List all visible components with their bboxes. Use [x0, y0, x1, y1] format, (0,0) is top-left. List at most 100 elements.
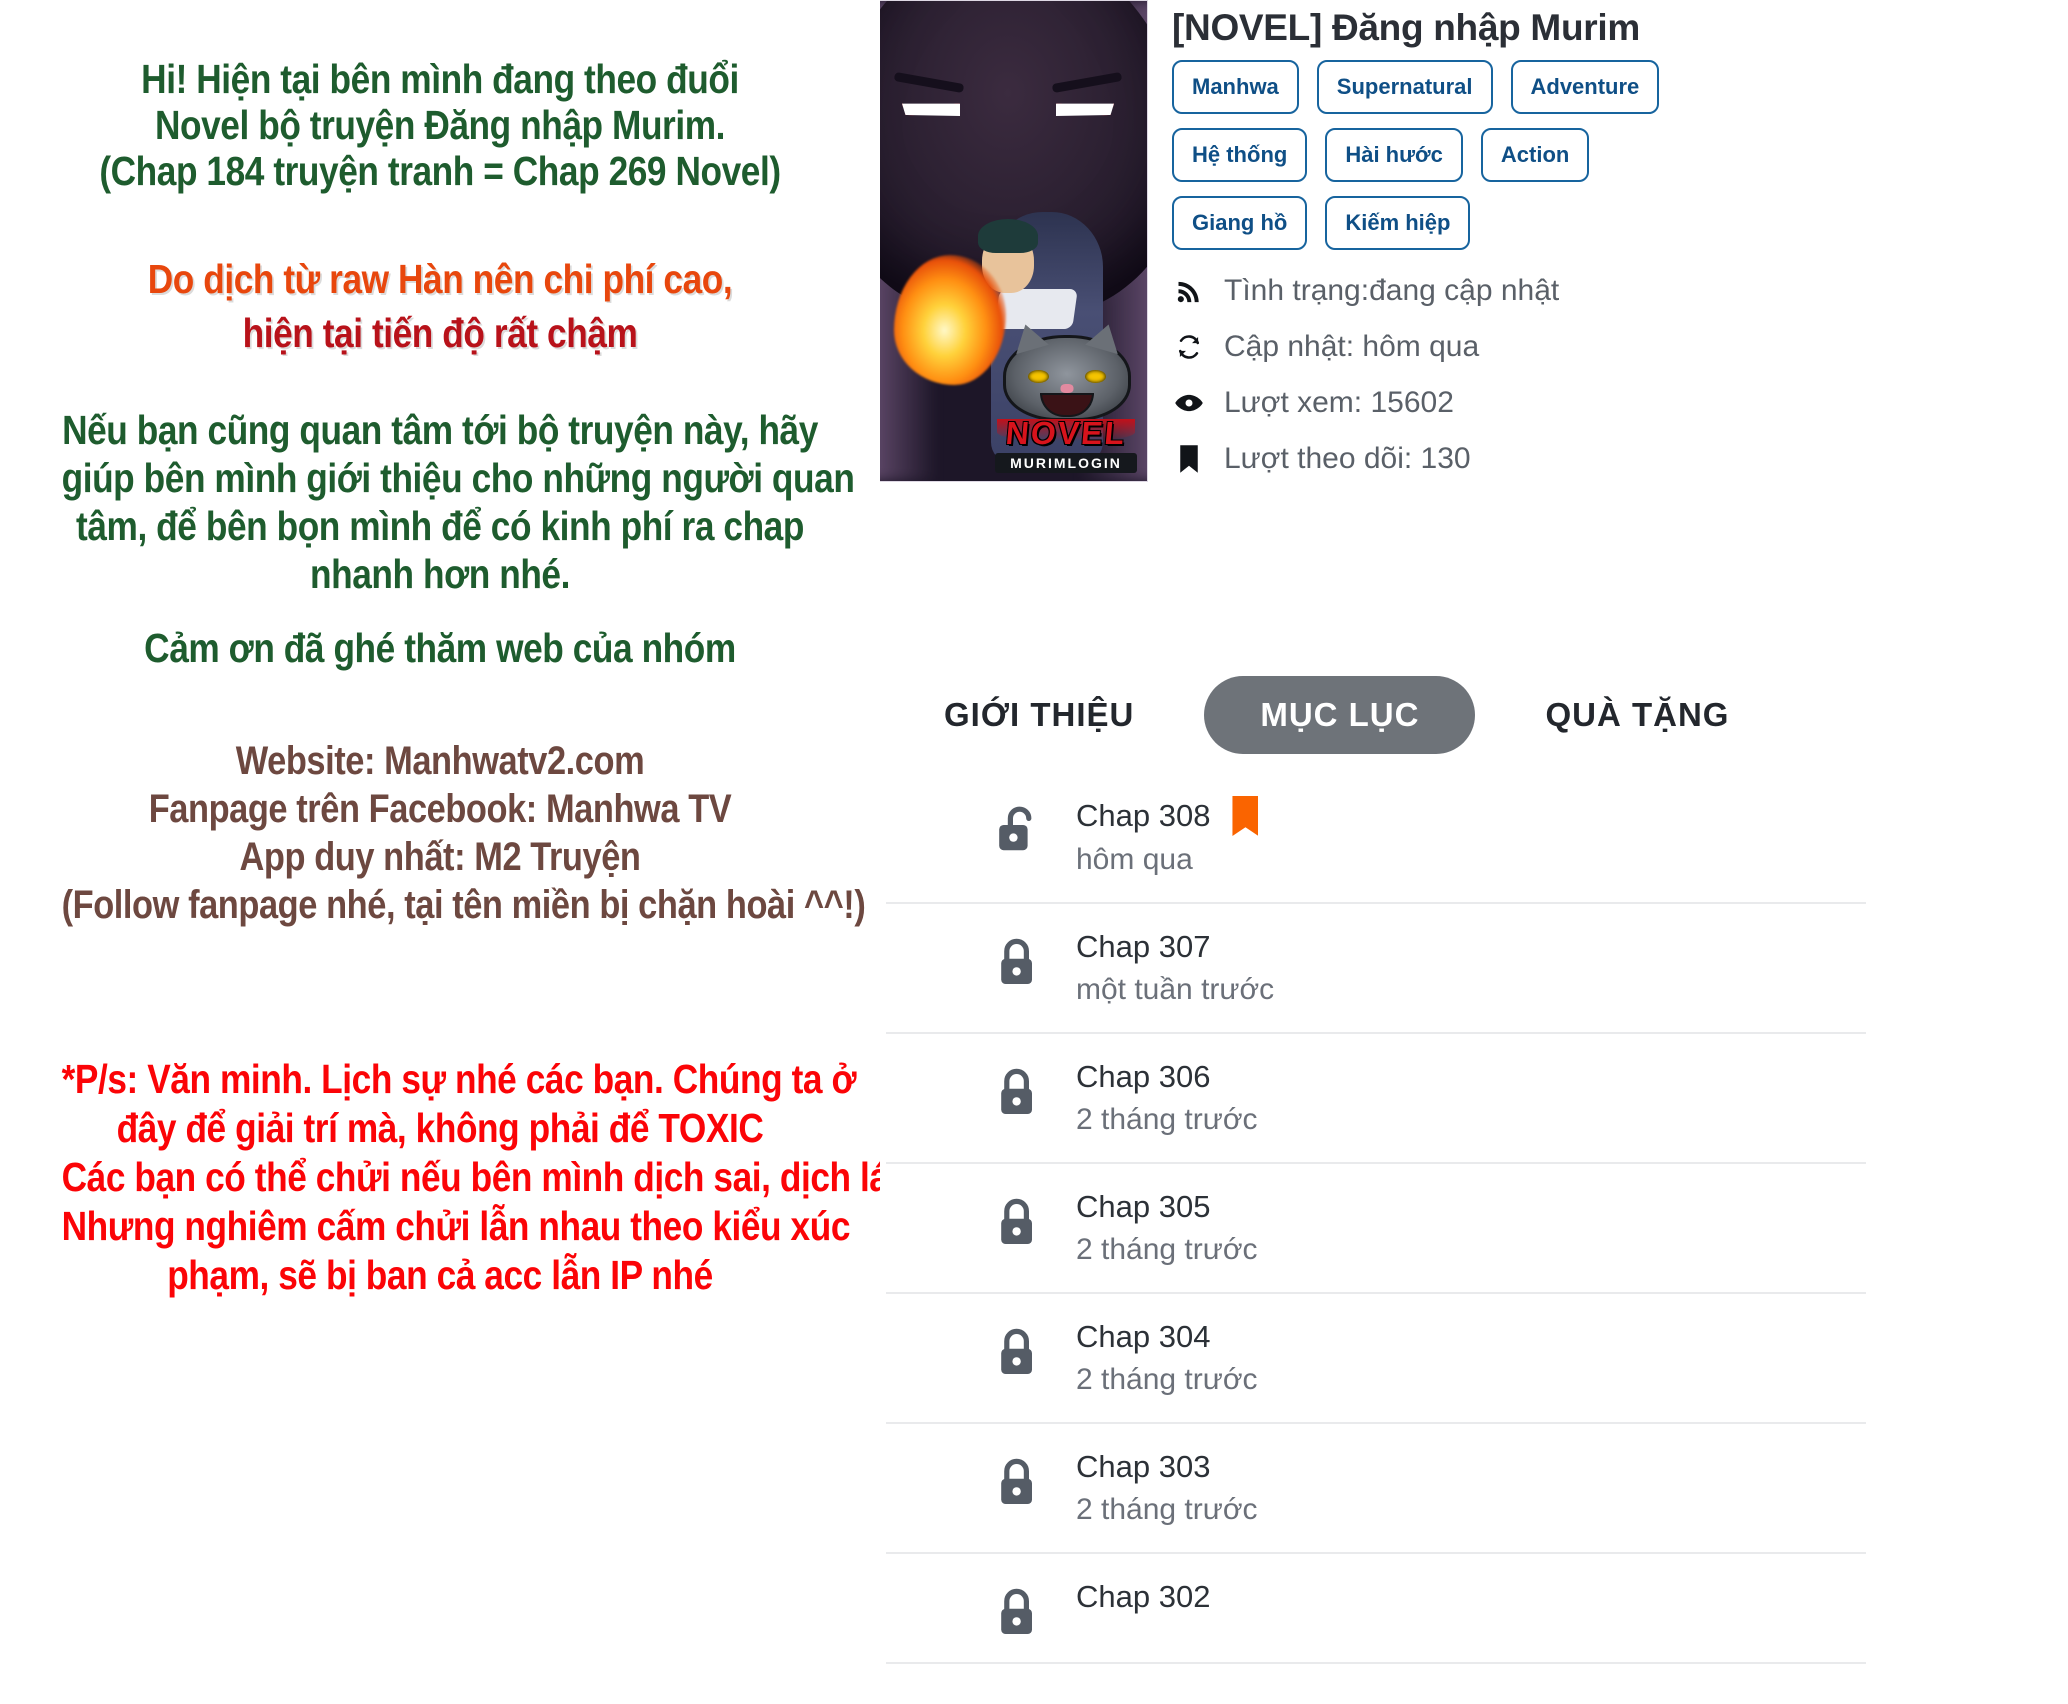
chapter-text: Chap 304 2 tháng trước	[1076, 1318, 1258, 1400]
genre-tag-supernatural[interactable]: Supernatural	[1316, 60, 1493, 114]
meta-updated-text: Cập nhật: hôm qua	[1224, 330, 1480, 363]
cover-cat-eye-right	[1085, 370, 1106, 383]
tab-qua-tang[interactable]: QUÀ TẶNG	[1515, 678, 1759, 752]
announcement-contact-block: Website: Manhwatv2.com Fanpage trên Face…	[0, 737, 880, 929]
announcement-line: Hi! Hiện tại bên mình đang theo đuổi	[141, 56, 739, 102]
rules-line: Nhưng nghiêm cấm chửi lẫn nhau theo kiểu…	[61, 1203, 851, 1249]
lock-icon	[996, 1064, 1042, 1120]
cover-logo-title: NOVEL	[1004, 415, 1128, 451]
announcement-line: Nếu bạn cũng quan tâm tới bộ truyện này,…	[62, 407, 818, 453]
chapter-name: Chap 306	[1076, 1059, 1211, 1094]
genre-tag-adventure[interactable]: Adventure	[1510, 60, 1660, 114]
announcement-line-thanks: Cảm ơn đã ghé thăm web của nhóm	[144, 625, 736, 671]
tab-gioi-thieu[interactable]: GIỚI THIỆU	[914, 678, 1164, 752]
chapter-bookmark-icon	[1232, 796, 1259, 836]
announcement-rules-block: *P/s: Văn minh. Lịch sự nhé các bạn. Chú…	[0, 1055, 880, 1300]
chapter-time: hôm qua	[1076, 843, 1193, 876]
chapter-name-row: Chap 302	[1076, 1578, 1210, 1616]
chapter-time: 2 tháng trước	[1076, 1103, 1258, 1136]
chapter-name-row: Chap 304	[1076, 1318, 1258, 1356]
meta-follows-text: Lượt theo dõi: 130	[1224, 442, 1471, 475]
chapter-name: Chap 303	[1076, 1449, 1211, 1484]
meta-updated-row: Cập nhật: hôm qua	[1172, 330, 1722, 364]
meta-follows-row: Lượt theo dõi: 130	[1172, 442, 1722, 476]
announcement-line: (Chap 184 truyện tranh = Chap 269 Novel)	[99, 148, 781, 194]
announcement-line-cost: Do dịch từ raw Hàn nên chi phí cao,	[147, 256, 733, 302]
comic-header: NOVEL MURIMLOGIN [NOVEL] Đăng nhập Murim…	[880, 0, 1722, 498]
genre-tag-kiem-hiep[interactable]: Kiếm hiệp	[1325, 196, 1471, 250]
meta-views-row: Lượt xem: 15602	[1172, 386, 1722, 420]
chapter-row[interactable]: Chap 303 2 tháng trước	[886, 1424, 1866, 1554]
chapter-time: 2 tháng trước	[1076, 1363, 1258, 1396]
detail-tab-bar: GIỚI THIỆU MỤC LỤC QUÀ TẶNG	[880, 676, 2068, 754]
comic-detail-page: Hi! Hiện tại bên mình đang theo đuổi Nov…	[0, 0, 2068, 1704]
chapter-name-row: Chap 305	[1076, 1188, 1258, 1226]
eye-icon	[1172, 386, 1206, 420]
chapter-text: Chap 302	[1076, 1578, 1210, 1620]
announcement-share-block: Nếu bạn cũng quan tâm tới bộ truyện này,…	[0, 406, 880, 598]
cover-logo: NOVEL MURIMLOGIN	[987, 319, 1145, 479]
announcement-line: tâm, để bên bọn mình để có kinh phí ra c…	[76, 503, 804, 549]
chapter-row[interactable]: Chap 308 hôm qua	[886, 772, 1866, 904]
meta-status-row: Tình trạng:đang cập nhật	[1172, 274, 1722, 308]
chapter-text: Chap 306 2 tháng trước	[1076, 1058, 1258, 1140]
chapter-text: Chap 305 2 tháng trước	[1076, 1188, 1258, 1270]
cover-cat-eye-left	[1028, 370, 1049, 383]
announcement-line: Novel bộ truyện Đăng nhập Murim.	[154, 102, 726, 148]
cover-hero-hair	[978, 219, 1038, 254]
comic-cover-image[interactable]: NOVEL MURIMLOGIN	[880, 0, 1148, 482]
chapter-row[interactable]: Chap 305 2 tháng trước	[886, 1164, 1866, 1294]
unlock-icon	[996, 802, 1042, 858]
chapter-text: Chap 307 một tuần trước	[1076, 928, 1274, 1010]
chapter-time: một tuần trước	[1076, 973, 1275, 1006]
sync-icon	[1172, 330, 1206, 364]
comic-title: [NOVEL] Đăng nhập Murim	[1172, 7, 1640, 48]
chapter-text: Chap 308 hôm qua	[1076, 796, 1259, 880]
rules-line: Các bạn có thể chửi nếu bên mình dịch sa…	[61, 1154, 880, 1200]
comic-detail-panel: NOVEL MURIMLOGIN [NOVEL] Đăng nhập Murim…	[880, 0, 2068, 1704]
chapter-time: 2 tháng trước	[1076, 1233, 1258, 1266]
contact-fanpage: Fanpage trên Facebook: Manhwa TV	[148, 787, 732, 831]
comic-meta-list: Tình trạng:đang cập nhật Cập nhật: hôm q…	[1172, 274, 1722, 476]
chapter-name-row: Chap 308	[1076, 796, 1259, 836]
lock-icon	[996, 934, 1042, 990]
genre-tag-giang-ho[interactable]: Giang hồ	[1172, 196, 1308, 250]
cover-cat-icon	[1003, 319, 1131, 421]
chapter-name: Chap 307	[1076, 929, 1211, 964]
genre-tag-list: Manhwa Supernatural Adventure Hệ thống H…	[1172, 60, 1722, 250]
contact-note: (Follow fanpage nhé, tại tên miền bị chặ…	[61, 883, 866, 927]
genre-tag-action[interactable]: Action	[1480, 128, 1590, 182]
chapter-row[interactable]: Chap 307 một tuần trước	[886, 904, 1866, 1034]
bookmark-icon	[1172, 442, 1206, 476]
announcement-line: nhanh hơn nhé.	[310, 551, 570, 597]
announcement-cost-block: Do dịch từ raw Hàn nên chi phí cao, hiện…	[0, 252, 880, 360]
chapter-name: Chap 308	[1076, 798, 1211, 833]
chapter-name-row: Chap 306	[1076, 1058, 1258, 1096]
announcement-line: giúp bên mình giới thiệu cho những người…	[61, 455, 855, 501]
rss-icon	[1172, 274, 1206, 308]
meta-status-text: Tình trạng:đang cập nhật	[1224, 274, 1560, 307]
contact-website: Website: Manhwatv2.com	[235, 739, 645, 783]
rules-line: phạm, sẽ bị ban cả acc lẫn IP nhé	[167, 1252, 713, 1298]
chapter-row[interactable]: Chap 302	[886, 1554, 1866, 1664]
meta-views-text: Lượt xem: 15602	[1224, 386, 1454, 419]
chapter-name-row: Chap 307	[1076, 928, 1274, 966]
chapter-name: Chap 304	[1076, 1319, 1211, 1354]
rules-line: *P/s: Văn minh. Lịch sự nhé các bạn. Chú…	[61, 1056, 857, 1102]
genre-tag-he-thong[interactable]: Hệ thống	[1172, 128, 1308, 182]
chapter-row[interactable]: Chap 304 2 tháng trước	[886, 1294, 1866, 1424]
announcement-thanks-block: Cảm ơn đã ghé thăm web của nhóm	[0, 624, 880, 672]
announcement-intro-block: Hi! Hiện tại bên mình đang theo đuổi Nov…	[0, 56, 880, 194]
chapter-text: Chap 303 2 tháng trước	[1076, 1448, 1258, 1530]
genre-tag-hai-huoc[interactable]: Hài hước	[1325, 128, 1463, 182]
lock-icon	[996, 1584, 1042, 1640]
tab-muc-luc[interactable]: MỤC LỤC	[1204, 676, 1476, 754]
chapter-row[interactable]: Chap 306 2 tháng trước	[886, 1034, 1866, 1164]
lock-icon	[996, 1194, 1042, 1250]
cover-cat-nose	[1060, 384, 1074, 393]
chapter-name-row: Chap 303	[1076, 1448, 1258, 1486]
genre-tag-manhwa[interactable]: Manhwa	[1172, 60, 1299, 114]
chapter-name: Chap 302	[1076, 1579, 1211, 1614]
cover-logo-subtitle: MURIMLOGIN	[995, 453, 1137, 473]
contact-app: App duy nhất: M2 Truyện	[239, 835, 641, 879]
